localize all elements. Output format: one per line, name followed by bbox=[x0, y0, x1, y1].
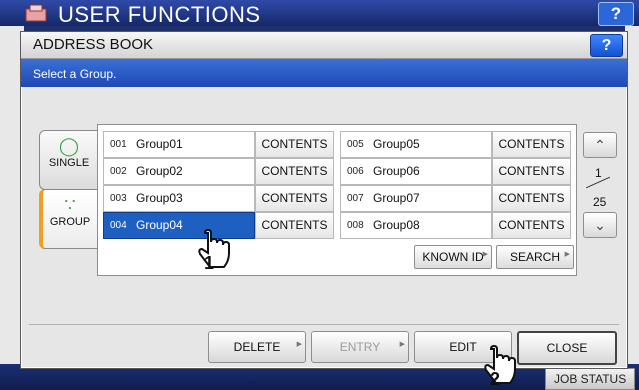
tab-group-label: GROUP bbox=[49, 216, 91, 228]
group-name: Group03 bbox=[136, 191, 183, 205]
group-name: Group02 bbox=[136, 164, 183, 178]
group-number: 004 bbox=[110, 220, 127, 231]
chevron-up-icon: ⌃ bbox=[594, 137, 606, 153]
chevron-down-icon: ⌄ bbox=[594, 217, 606, 233]
person-icon: ◯ bbox=[58, 136, 80, 156]
triangle-icon: ▶ bbox=[482, 251, 488, 258]
page-down-button[interactable]: ⌄ bbox=[583, 212, 617, 238]
delete-button[interactable]: DELETE ▶ bbox=[208, 331, 306, 363]
step-1-number: 1 bbox=[204, 253, 214, 271]
contents-button[interactable]: CONTENTS bbox=[492, 158, 571, 185]
contents-button[interactable]: CONTENTS bbox=[255, 212, 334, 239]
group-row[interactable]: 006 Group06 bbox=[340, 158, 492, 185]
page-total: 25 bbox=[593, 195, 607, 209]
triangle-icon: ▶ bbox=[564, 251, 570, 258]
page-up-button[interactable]: ⌃ bbox=[583, 132, 617, 158]
footer-divider bbox=[29, 324, 619, 325]
group-row[interactable]: 007 Group07 bbox=[340, 185, 492, 212]
group-name: Group07 bbox=[373, 191, 420, 205]
known-id-label: KNOWN ID bbox=[422, 250, 484, 264]
contents-button[interactable]: CONTENTS bbox=[492, 131, 571, 158]
tab-group[interactable]: ∵ GROUP bbox=[39, 189, 97, 249]
tab-single-label: SINGLE bbox=[48, 157, 90, 169]
entry-button[interactable]: ENTRY ▶ bbox=[311, 331, 409, 363]
hand-pointer-icon-step-2: 2 bbox=[484, 345, 516, 387]
group-row[interactable]: 005 Group05 bbox=[340, 131, 492, 158]
group-name: Group06 bbox=[373, 164, 420, 178]
background-title: USER FUNCTIONS bbox=[58, 2, 261, 27]
user-functions-icon bbox=[25, 4, 47, 22]
group-number: 001 bbox=[110, 139, 127, 150]
group-number: 002 bbox=[110, 166, 127, 177]
help-button[interactable]: ? bbox=[590, 34, 623, 57]
group-number: 006 bbox=[347, 166, 364, 177]
group-name: Group08 bbox=[373, 218, 420, 232]
edit-label: EDIT bbox=[449, 340, 477, 354]
known-id-button[interactable]: KNOWN ID ▶ bbox=[414, 245, 492, 269]
group-name: Group01 bbox=[136, 137, 183, 151]
group-row[interactable]: 008 Group08 bbox=[340, 212, 492, 239]
group-name: Group05 bbox=[373, 137, 420, 151]
message-bar: Select a Group. bbox=[21, 59, 627, 87]
group-icon: ∵ bbox=[64, 195, 76, 215]
hand-pointer-icon-step-1: 1 bbox=[198, 229, 230, 271]
group-number: 007 bbox=[347, 193, 364, 204]
group-row[interactable]: 003 Group03 bbox=[103, 185, 255, 212]
group-number: 008 bbox=[347, 220, 364, 231]
search-label: SEARCH bbox=[509, 250, 560, 264]
group-row[interactable]: 002 Group02 bbox=[103, 158, 255, 185]
triangle-icon: ▶ bbox=[399, 341, 405, 348]
background-help-button[interactable]: ? bbox=[598, 2, 634, 26]
search-button[interactable]: SEARCH ▶ bbox=[496, 245, 574, 269]
contents-button[interactable]: CONTENTS bbox=[255, 185, 334, 212]
entry-label: ENTRY bbox=[339, 340, 381, 354]
triangle-icon: ▶ bbox=[296, 341, 302, 348]
instruction-message: Select a Group. bbox=[33, 67, 117, 81]
job-status-button[interactable]: JOB STATUS bbox=[545, 368, 636, 390]
group-list-panel: 001 Group01 CONTENTS 002 Group02 CONTENT… bbox=[97, 124, 577, 276]
contents-button[interactable]: CONTENTS bbox=[492, 185, 571, 212]
step-2-number: 2 bbox=[490, 369, 500, 387]
close-label: CLOSE bbox=[546, 341, 588, 355]
contents-button[interactable]: CONTENTS bbox=[255, 131, 334, 158]
close-button[interactable]: CLOSE bbox=[517, 331, 617, 365]
dialog-title: ADDRESS BOOK bbox=[33, 36, 154, 53]
tab-single[interactable]: ◯ SINGLE bbox=[39, 130, 98, 190]
dialog-header: ADDRESS BOOK ? bbox=[21, 32, 627, 59]
delete-label: DELETE bbox=[233, 340, 281, 354]
address-book-dialog: ADDRESS BOOK ? Select a Group. ◯ SINGLE … bbox=[20, 31, 628, 369]
group-number: 005 bbox=[347, 139, 364, 150]
page-current: 1 bbox=[595, 166, 602, 180]
group-row[interactable]: 001 Group01 bbox=[103, 131, 255, 158]
contents-button[interactable]: CONTENTS bbox=[492, 212, 571, 239]
group-name: Group04 bbox=[136, 218, 183, 232]
group-number: 003 bbox=[110, 193, 127, 204]
contents-button[interactable]: CONTENTS bbox=[255, 158, 334, 185]
